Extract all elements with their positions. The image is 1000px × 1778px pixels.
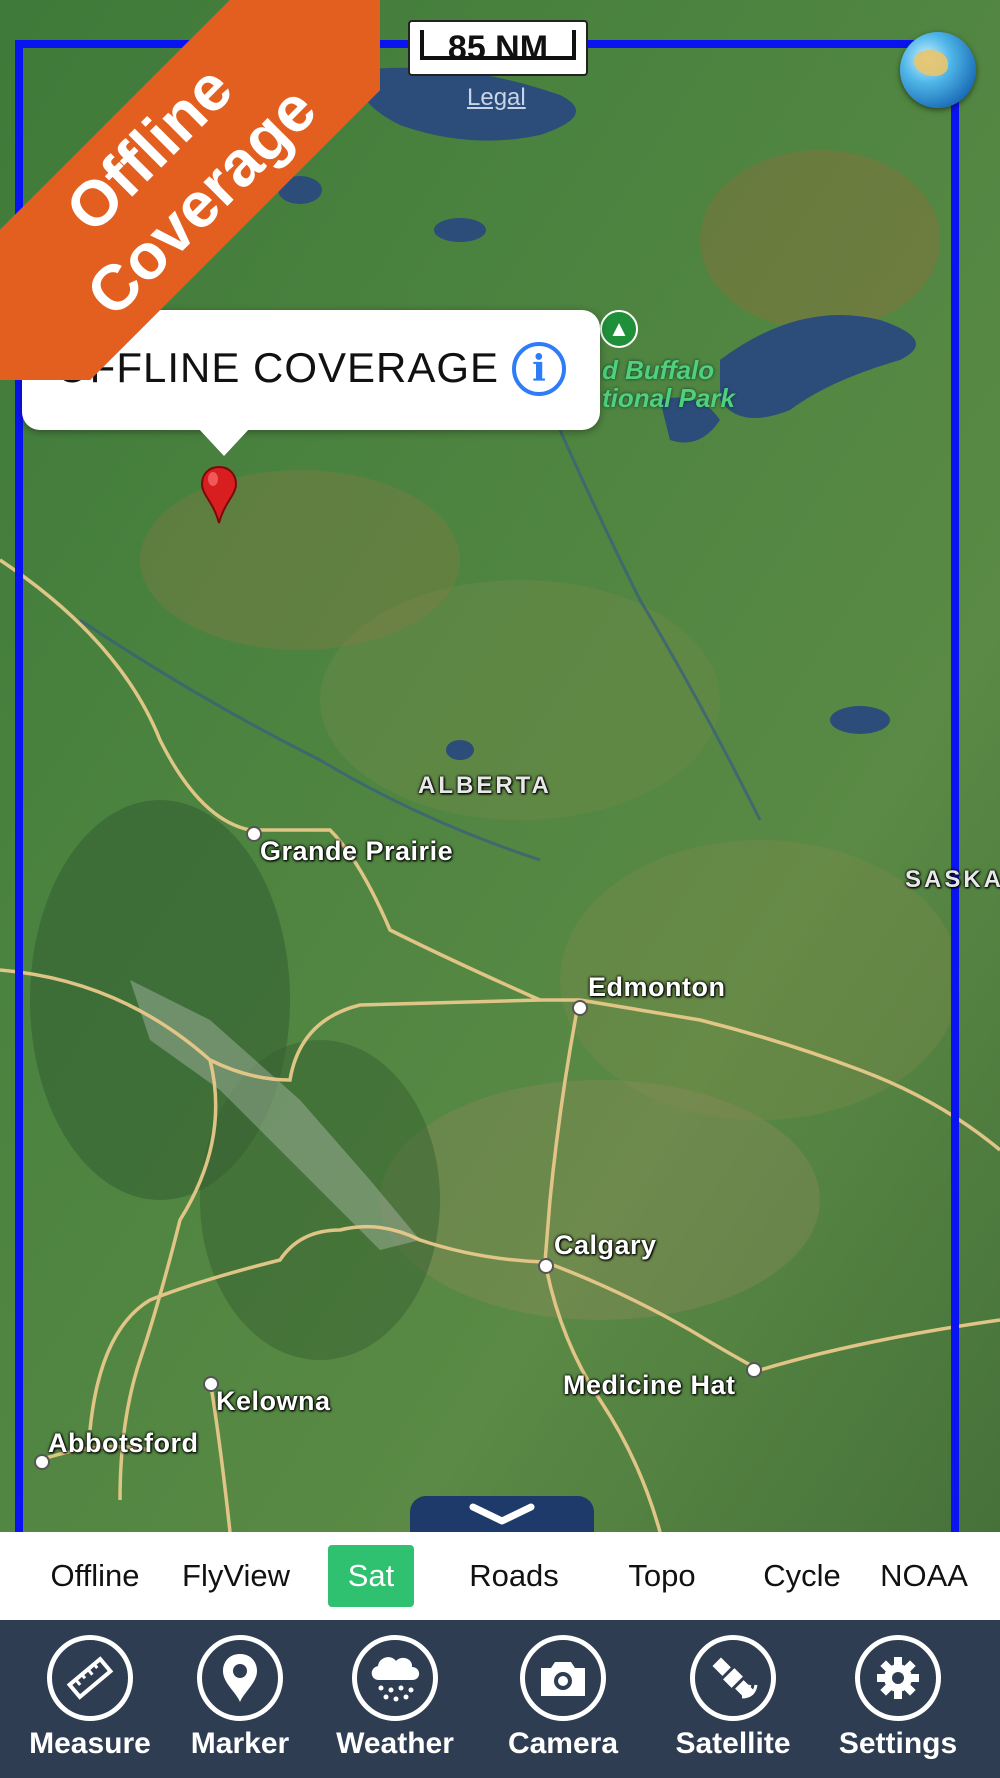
city-label-kelowna: Kelowna: [216, 1386, 331, 1416]
map-type-noaa[interactable]: NOAA: [868, 1532, 980, 1620]
city-label-edmonton: Edmonton: [588, 972, 726, 1002]
bottom-toolbar: Measure Marker Weather Camera Satellite …: [0, 1620, 1000, 1778]
park-tree-icon: ▲: [600, 310, 638, 348]
gear-icon: [855, 1635, 941, 1721]
satellite-button[interactable]: Satellite: [660, 1620, 806, 1778]
park-label: d Buffalo tional Park: [602, 355, 735, 413]
satellite-label: Satellite: [675, 1727, 791, 1760]
marker-button[interactable]: Marker: [175, 1620, 305, 1778]
camera-icon: [520, 1635, 606, 1721]
city-label-grande-prairie: Grande Prairie: [260, 836, 454, 866]
info-icon[interactable]: i: [512, 342, 566, 396]
map-type-flyview[interactable]: FlyView: [168, 1532, 304, 1620]
settings-label: Settings: [838, 1727, 958, 1760]
rain-cloud-icon: [352, 1635, 438, 1721]
city-label-calgary: Calgary: [554, 1230, 657, 1260]
map-pin-marker[interactable]: [200, 465, 238, 525]
settings-button[interactable]: Settings: [830, 1620, 966, 1778]
globe-icon[interactable]: [900, 32, 976, 108]
legal-link[interactable]: Legal: [467, 84, 526, 112]
map-type-offline[interactable]: Offline: [30, 1532, 160, 1620]
camera-label: Camera: [507, 1727, 619, 1760]
weather-button[interactable]: Weather: [325, 1620, 465, 1778]
weather-label: Weather: [336, 1727, 454, 1760]
city-dot: [572, 1000, 588, 1016]
measure-label: Measure: [29, 1727, 151, 1760]
map-type-roads[interactable]: Roads: [448, 1532, 580, 1620]
map-type-bar: Offline FlyView Sat Roads Topo Cycle NOA…: [0, 1532, 1000, 1620]
city-dot: [538, 1258, 554, 1274]
scale-label: 85 NM: [447, 28, 549, 67]
province-label-saskatchewan: SASKA: [905, 866, 1000, 893]
map-type-cycle[interactable]: Cycle: [746, 1532, 858, 1620]
camera-button[interactable]: Camera: [490, 1620, 636, 1778]
scale-bar: 85 NM: [408, 20, 588, 76]
ruler-icon: [47, 1635, 133, 1721]
city-label-medicine-hat: Medicine Hat: [563, 1370, 736, 1400]
satellite-map[interactable]: 85 NM Legal ▲ d Buffalo tional Park ALBE…: [0, 0, 1000, 1532]
collapse-chevron-button[interactable]: [410, 1496, 594, 1532]
marker-label: Marker: [190, 1727, 290, 1760]
city-label-abbotsford: Abbotsford: [48, 1428, 199, 1458]
satellite-icon: [690, 1635, 776, 1721]
chevron-down-icon: [469, 1503, 535, 1525]
city-dot: [746, 1362, 762, 1378]
measure-button[interactable]: Measure: [15, 1620, 165, 1778]
offline-coverage-ribbon: Offline Coverage: [0, 0, 380, 380]
map-type-sat[interactable]: Sat: [328, 1545, 414, 1607]
map-pin-icon: [197, 1635, 283, 1721]
map-type-topo[interactable]: Topo: [604, 1532, 720, 1620]
province-label-alberta: ALBERTA: [418, 772, 552, 799]
